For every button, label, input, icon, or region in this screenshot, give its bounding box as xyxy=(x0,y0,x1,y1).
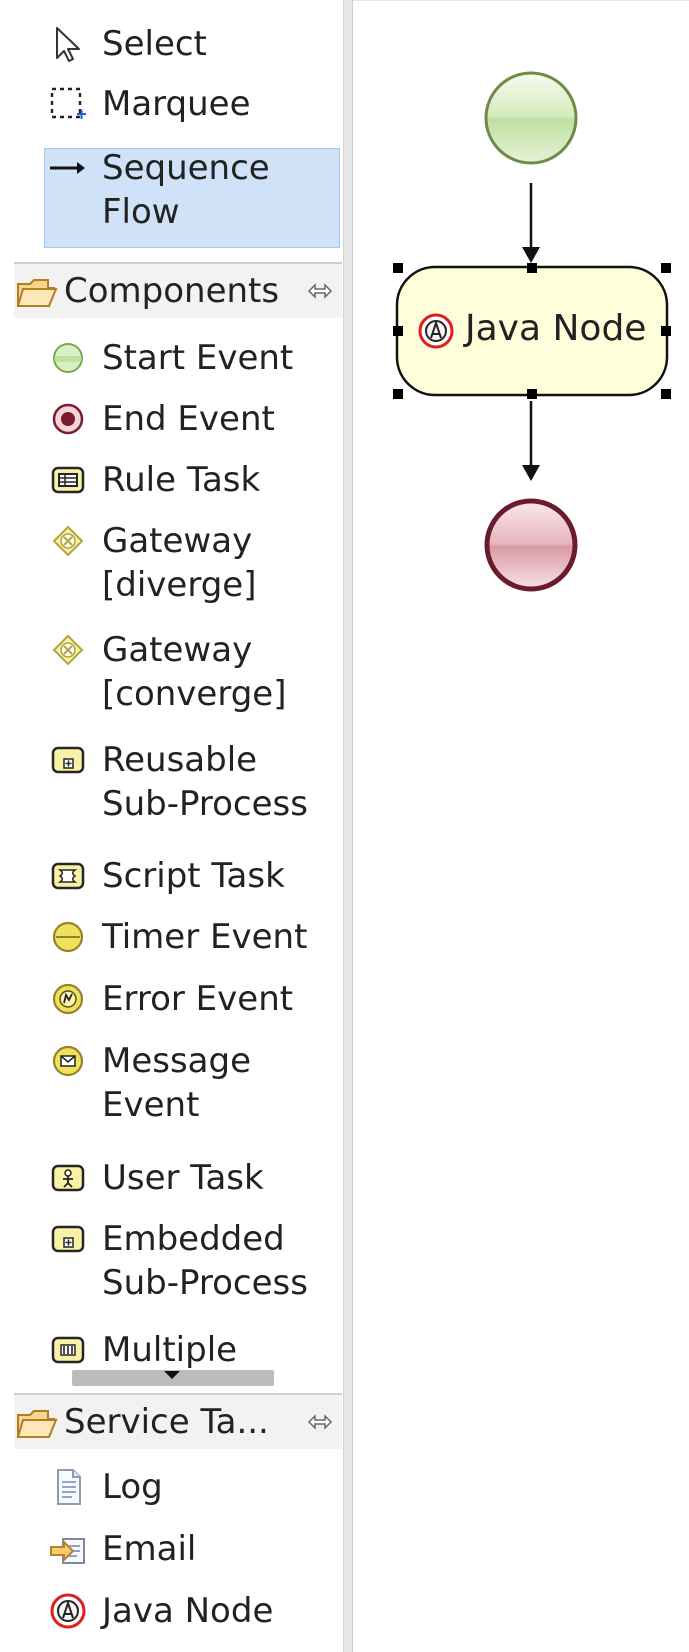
gateway-converge-label: Gateway [converge] xyxy=(102,628,287,716)
java-node-task-icon xyxy=(418,313,454,349)
email-label: Email xyxy=(102,1529,197,1569)
embedded-subprocess-line-2: Sub-Process xyxy=(102,1263,308,1303)
sequence-flow-label: Sequence Flow xyxy=(102,146,270,234)
message-event-label: Message Event xyxy=(102,1039,251,1127)
rule-task-label: Rule Task xyxy=(102,460,261,500)
process-canvas[interactable]: Java Node xyxy=(353,0,689,1652)
select-label: Select xyxy=(102,24,207,64)
folder-icon xyxy=(16,279,58,307)
chevron-down-icon xyxy=(164,1371,180,1379)
gateway-converge-icon xyxy=(52,634,84,666)
components-drawer-header[interactable]: Components xyxy=(14,262,342,318)
java-node-icon xyxy=(50,1593,86,1629)
components-title: Components xyxy=(64,271,280,311)
reusable-subprocess-line-2: Sub-Process xyxy=(102,784,308,824)
error-event-icon xyxy=(52,983,84,1015)
start-event-label: Start Event xyxy=(102,338,294,378)
reusable-subprocess-line-1: Reusable xyxy=(102,740,258,780)
end-event-icon xyxy=(52,403,84,435)
email-icon xyxy=(50,1538,85,1564)
embedded-subprocess-line-1: Embedded xyxy=(102,1219,285,1259)
message-event-line-2: Event xyxy=(102,1085,200,1125)
java-node-canvas-label: Java Node xyxy=(465,308,647,349)
service-tasks-drawer-header[interactable]: Service Ta... xyxy=(14,1393,342,1449)
gateway-diverge-line-2: [diverge] xyxy=(102,565,257,605)
arrow-cursor-icon xyxy=(56,27,80,62)
gateway-diverge-label: Gateway [diverge] xyxy=(102,519,256,607)
script-task-icon xyxy=(51,862,85,890)
embedded-subprocess-label: Embedded Sub-Process xyxy=(102,1217,308,1305)
error-event-label: Error Event xyxy=(102,979,294,1019)
diagram-layer xyxy=(393,71,671,592)
user-task-label: User Task xyxy=(102,1158,264,1198)
marquee-label: Marquee xyxy=(102,84,251,124)
end-event-label: End Event xyxy=(102,399,275,439)
service-tasks-title: Service Ta... xyxy=(64,1402,269,1442)
end-event-node[interactable] xyxy=(484,498,578,592)
dashed-marquee-icon xyxy=(50,87,86,119)
process-editor: Select Marquee Sequence Flow Components … xyxy=(0,0,689,1652)
user-task-icon xyxy=(51,1164,85,1192)
gateway-diverge-icon xyxy=(52,525,84,557)
palette: Select Marquee Sequence Flow Components … xyxy=(0,0,343,1652)
message-event-icon xyxy=(52,1045,84,1077)
timer-event-label: Timer Event xyxy=(102,917,308,957)
java-node-label: Java Node xyxy=(102,1591,274,1631)
palette-scroll-indicator[interactable] xyxy=(72,1370,274,1386)
gateway-converge-line-1: Gateway xyxy=(102,630,253,670)
sequence-flow-line-1: Sequence xyxy=(102,148,270,188)
sequence-flow-arrowhead-2 xyxy=(522,465,540,481)
message-event-line-1: Message xyxy=(102,1041,252,1081)
reusable-subprocess-icon xyxy=(51,746,85,774)
palette-canvas-splitter[interactable] xyxy=(343,0,353,1652)
reusable-subprocess-label: Reusable Sub-Process xyxy=(102,738,308,826)
pin-icon[interactable] xyxy=(306,279,334,303)
log-document-icon xyxy=(57,1469,81,1505)
multiple-instances-icon xyxy=(51,1336,85,1364)
sequence-flow-arrowhead-1 xyxy=(522,247,540,263)
multiple-instances-label: Multiple xyxy=(102,1330,238,1370)
right-arrow-icon xyxy=(50,162,85,174)
pin-icon[interactable] xyxy=(306,1410,334,1434)
sequence-flow-line-2: Flow xyxy=(102,192,180,232)
timer-event-icon xyxy=(52,921,84,953)
gateway-diverge-line-1: Gateway xyxy=(102,521,253,561)
log-label: Log xyxy=(102,1467,163,1507)
script-task-label: Script Task xyxy=(102,856,285,896)
embedded-subprocess-icon xyxy=(51,1225,85,1253)
rule-task-icon xyxy=(51,466,85,494)
folder-icon xyxy=(16,1410,58,1438)
start-event-icon xyxy=(53,343,83,373)
start-event-node[interactable] xyxy=(484,71,578,165)
gateway-converge-line-2: [converge] xyxy=(102,674,287,714)
